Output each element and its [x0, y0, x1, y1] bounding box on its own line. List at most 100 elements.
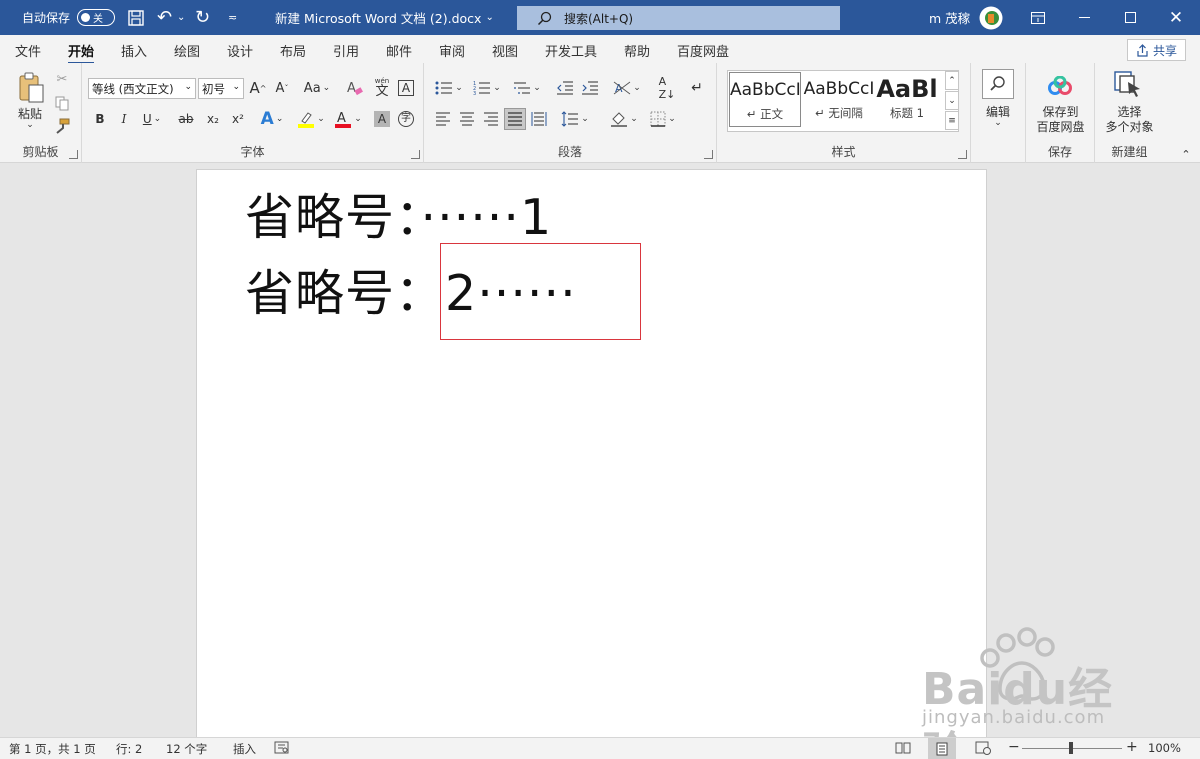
tab-layout[interactable]: 布局	[280, 41, 306, 60]
read-mode-icon[interactable]	[895, 741, 911, 757]
redo-icon[interactable]: ↻	[195, 0, 210, 35]
title-dropdown-icon[interactable]: ⌄	[485, 12, 493, 23]
font-color-button[interactable]: A ⌄	[332, 108, 364, 130]
phonetic-guide-button[interactable]: wén 文	[372, 76, 392, 100]
bold-button[interactable]: B	[90, 109, 110, 129]
subscript-button[interactable]: x₂	[202, 109, 224, 129]
line-spacing-button[interactable]: ⌄	[558, 109, 592, 129]
tab-design[interactable]: 设计	[227, 41, 253, 60]
zoom-out-icon[interactable]: −	[1008, 739, 1020, 755]
style-normal[interactable]: AaBbCcI ↵ 正文	[729, 72, 801, 127]
avatar[interactable]	[979, 0, 1003, 35]
style-heading-1[interactable]: AaBl 标题 1	[875, 72, 939, 127]
shrink-font-button[interactable]: Aˇ	[272, 78, 292, 98]
find-icon[interactable]	[982, 69, 1014, 99]
change-case-button[interactable]: Aa ⌄	[302, 78, 332, 98]
paragraph-launcher-icon[interactable]	[704, 150, 713, 159]
grow-font-button[interactable]: A ^	[248, 78, 268, 98]
print-layout-icon[interactable]	[928, 738, 956, 759]
justify-icon[interactable]	[504, 108, 526, 130]
styles-scroll-down-icon[interactable]: ⌄	[945, 91, 959, 110]
select-objects-label-2[interactable]: 多个对象	[1095, 119, 1164, 134]
tab-insert[interactable]: 插入	[121, 41, 147, 60]
italic-button[interactable]: I	[114, 109, 134, 129]
clear-formatting-icon[interactable]: A	[344, 78, 366, 98]
enclose-characters-icon[interactable]: A	[396, 78, 416, 98]
tab-home[interactable]: 开始	[68, 41, 95, 65]
text-effects-button[interactable]: A ⌄	[256, 108, 288, 130]
styles-scroll-up-icon[interactable]: ⌃	[945, 71, 959, 90]
tab-draw[interactable]: 绘图	[174, 41, 200, 60]
styles-launcher-icon[interactable]	[958, 150, 967, 159]
tab-baidu-netdisk[interactable]: 百度网盘	[677, 41, 729, 60]
shading-button[interactable]: ⌄	[606, 109, 642, 129]
borders-button[interactable]: ⌄	[646, 109, 680, 129]
zoom-slider-thumb[interactable]	[1069, 742, 1073, 754]
zoom-in-icon[interactable]: +	[1126, 739, 1138, 755]
collapse-ribbon-icon[interactable]: ⌃	[1178, 147, 1194, 161]
document-page[interactable]: 省略号：······1 省略号：2······	[196, 169, 987, 739]
undo-dropdown-icon[interactable]: ⌄	[177, 0, 185, 35]
show-marks-icon[interactable]: ↵	[686, 78, 708, 98]
increase-indent-icon[interactable]	[579, 78, 601, 98]
customize-toolbar-icon[interactable]: ≂	[228, 0, 237, 35]
underline-button[interactable]: U ⌄	[138, 109, 166, 129]
numbering-button[interactable]: 1 2 3 ⌄	[470, 78, 504, 98]
format-painter-icon[interactable]	[54, 118, 70, 134]
bullets-button[interactable]: ⌄	[432, 78, 466, 98]
close-icon[interactable]: ✕	[1153, 0, 1199, 35]
decrease-indent-icon[interactable]	[554, 78, 576, 98]
accessibility-icon[interactable]	[274, 741, 289, 757]
multilevel-list-button[interactable]: ⌄	[510, 78, 544, 98]
character-shading-icon[interactable]: A	[372, 109, 392, 129]
superscript-button[interactable]: x²	[227, 109, 249, 129]
select-objects-icon[interactable]	[1112, 70, 1144, 100]
align-right-icon[interactable]	[480, 109, 502, 129]
word-count[interactable]: 12 个字	[166, 741, 207, 757]
font-launcher-icon[interactable]	[411, 150, 420, 159]
styles-more-icon[interactable]: ≡	[945, 111, 959, 130]
tab-file[interactable]: 文件	[15, 41, 41, 60]
save-icon[interactable]	[127, 0, 145, 35]
undo-icon[interactable]: ↶	[157, 0, 172, 35]
style-no-spacing[interactable]: AaBbCcI ↵ 无间隔	[803, 72, 875, 127]
zoom-level[interactable]: 100%	[1148, 741, 1181, 755]
tab-help[interactable]: 帮助	[624, 41, 650, 60]
paste-icon[interactable]	[12, 71, 50, 105]
distributed-icon[interactable]	[528, 109, 550, 129]
line-number[interactable]: 行: 2	[116, 741, 142, 757]
web-layout-icon[interactable]	[975, 741, 991, 758]
document-line-1[interactable]: 省略号：······1	[245, 178, 552, 249]
strikethrough-button[interactable]: ab	[174, 109, 198, 129]
tab-view[interactable]: 视图	[492, 41, 518, 60]
paste-label[interactable]: 粘贴	[10, 105, 50, 121]
cut-icon[interactable]: ✂	[54, 71, 70, 87]
search-box[interactable]: 搜索(Alt+Q)	[517, 6, 840, 30]
minimize-icon[interactable]	[1061, 0, 1107, 35]
insert-mode[interactable]: 插入	[233, 741, 256, 757]
align-left-icon[interactable]	[432, 109, 454, 129]
paste-dropdown-icon[interactable]: ⌄	[22, 120, 38, 130]
enclose-symbol-icon[interactable]: 字	[396, 109, 416, 129]
maximize-icon[interactable]	[1107, 0, 1153, 35]
tab-review[interactable]: 审阅	[439, 41, 465, 60]
font-size-dropdown[interactable]: 初号 ⌄	[198, 78, 244, 99]
clipboard-launcher-icon[interactable]	[69, 150, 78, 159]
copy-icon[interactable]	[54, 95, 70, 111]
save-to-netdisk-label-1[interactable]: 保存到	[1026, 104, 1095, 119]
page-count[interactable]: 第 1 页，共 1 页	[9, 741, 96, 757]
editing-label[interactable]: 编辑	[976, 103, 1020, 119]
save-to-netdisk-label-2[interactable]: 百度网盘	[1026, 119, 1095, 134]
sort-icon[interactable]: A Z↓	[656, 75, 678, 101]
ribbon-display-icon[interactable]	[1015, 0, 1061, 35]
font-name-dropdown[interactable]: 等线 (西文正文) ⌄	[88, 78, 196, 99]
editing-dropdown-icon[interactable]: ⌄	[991, 118, 1005, 128]
align-center-icon[interactable]	[456, 109, 478, 129]
asian-layout-button[interactable]: A ⌄	[610, 78, 644, 98]
tab-developer[interactable]: 开发工具	[545, 41, 597, 60]
tab-references[interactable]: 引用	[333, 41, 359, 60]
tab-mailings[interactable]: 邮件	[386, 41, 412, 60]
select-objects-label-1[interactable]: 选择	[1095, 104, 1164, 119]
highlight-button[interactable]: ⌄	[294, 108, 328, 130]
share-button[interactable]: 共享	[1126, 39, 1186, 61]
